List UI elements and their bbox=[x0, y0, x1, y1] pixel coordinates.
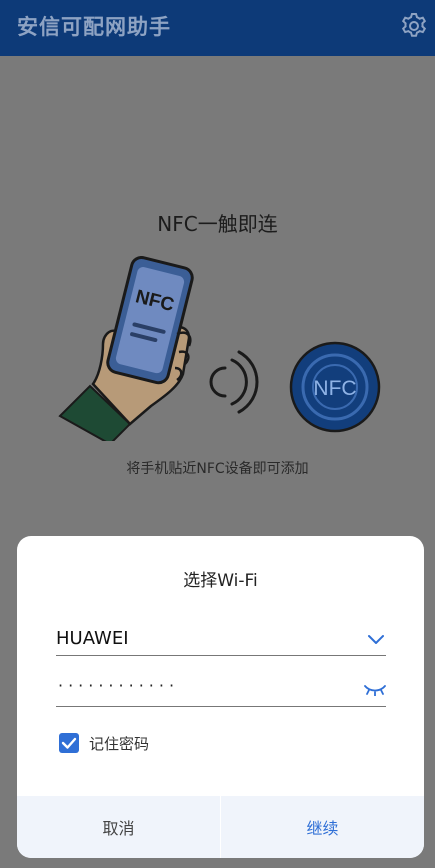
ssid-value: HUAWEI bbox=[56, 628, 129, 649]
app-title: 安信可配网助手 bbox=[17, 15, 171, 39]
nfc-title: NFC一触即连 bbox=[157, 212, 278, 236]
app-bar: 安信可配网助手 bbox=[0, 0, 435, 56]
nfc-hint: 将手机贴近NFC设备即可添加 bbox=[126, 461, 309, 477]
eye-closed-icon[interactable] bbox=[364, 682, 386, 696]
wifi-dialog: 选择Wi-Fi HUAWEI ············ 记住密码 取消 继续 bbox=[17, 536, 424, 858]
checkmark-icon bbox=[61, 737, 77, 749]
cancel-button[interactable]: 取消 bbox=[17, 796, 221, 858]
remember-checkbox[interactable] bbox=[59, 733, 79, 753]
tag-nfc-label: NFC bbox=[313, 377, 356, 400]
dialog-footer: 取消 继续 bbox=[17, 796, 424, 858]
password-value: ············ bbox=[58, 676, 180, 695]
nfc-illustration: NFC NFC bbox=[58, 256, 381, 441]
password-field[interactable]: ············ bbox=[56, 674, 386, 707]
remember-password[interactable]: 记住密码 bbox=[59, 732, 149, 754]
remember-label: 记住密码 bbox=[89, 734, 150, 753]
settings-button[interactable] bbox=[399, 11, 429, 41]
signal-waves bbox=[209, 350, 259, 414]
chevron-down-icon[interactable] bbox=[366, 629, 386, 649]
ssid-select[interactable]: HUAWEI bbox=[56, 622, 386, 656]
gear-icon bbox=[401, 13, 427, 37]
continue-button[interactable]: 继续 bbox=[221, 796, 424, 858]
dialog-title: 选择Wi-Fi bbox=[183, 571, 258, 591]
